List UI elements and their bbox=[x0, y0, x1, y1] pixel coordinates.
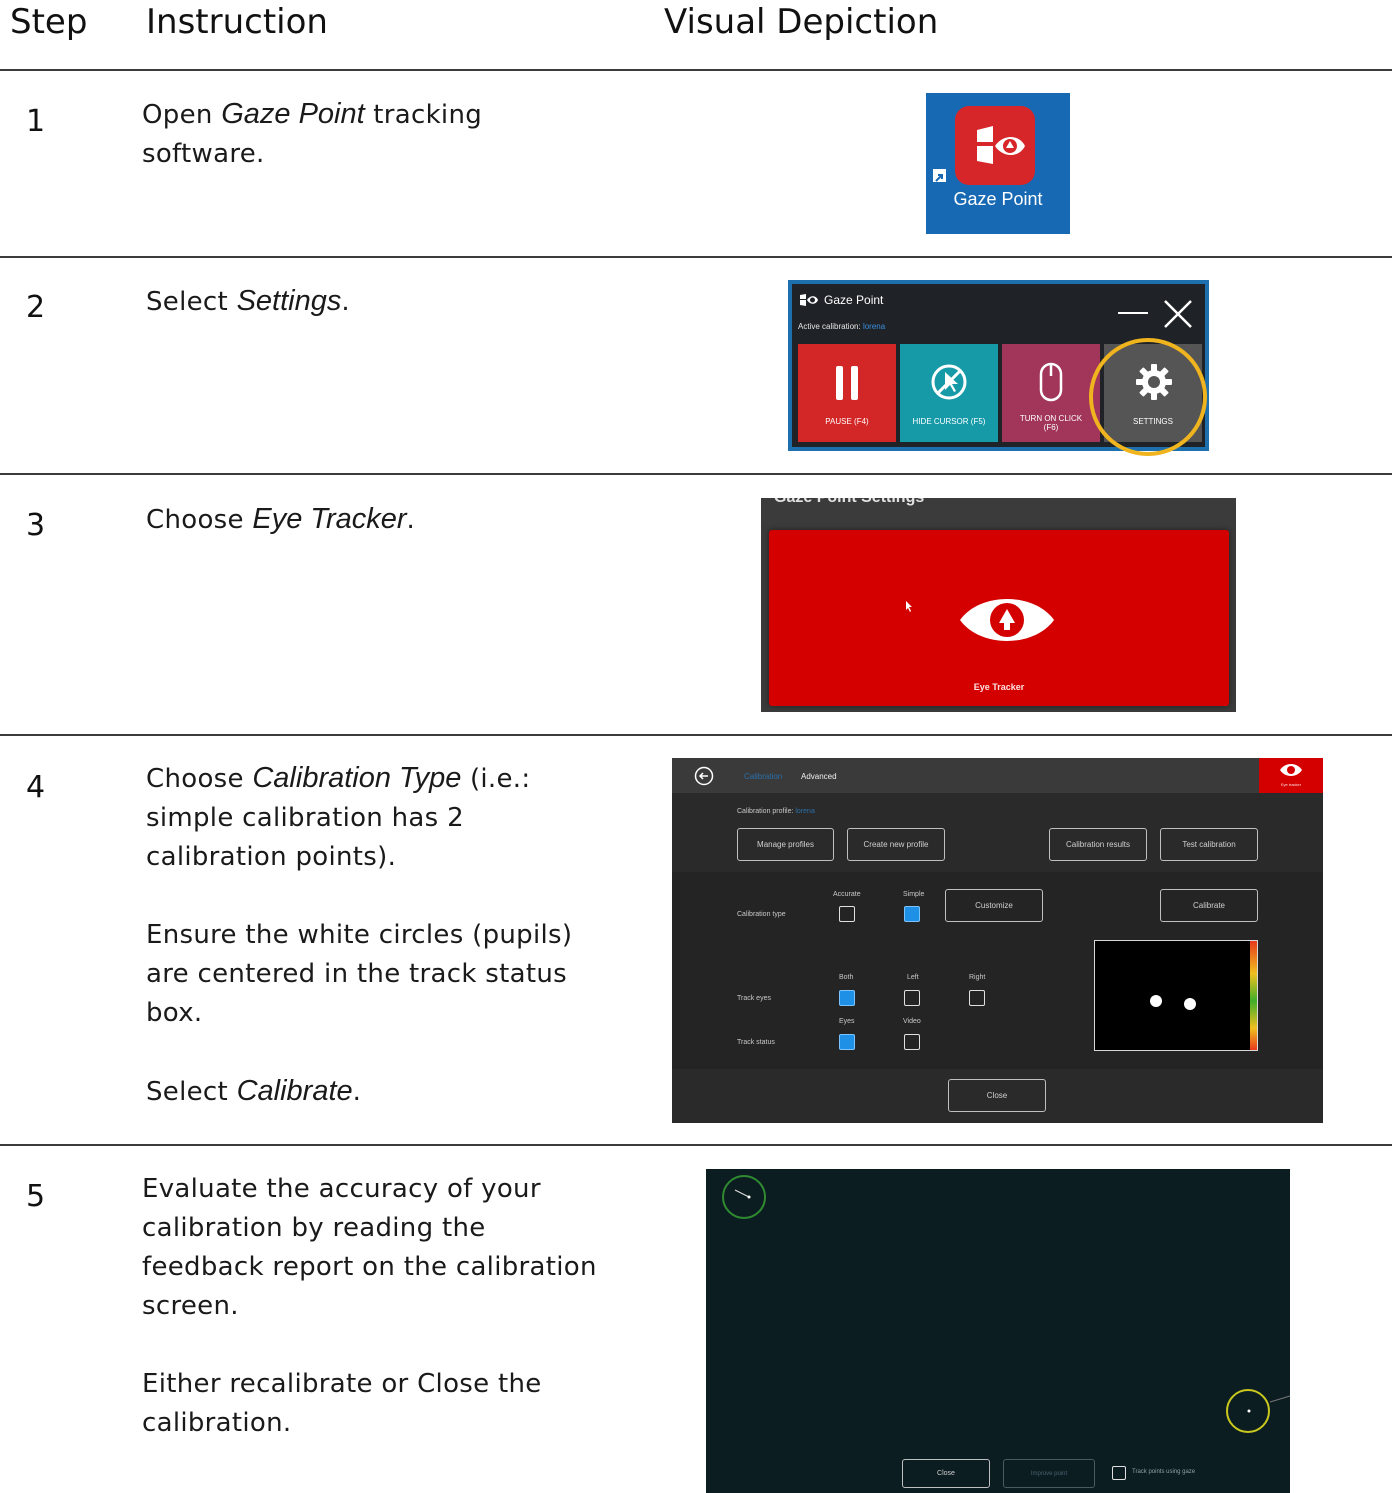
eye-tracker-corner-badge: Eye tracker bbox=[1259, 758, 1323, 793]
row-divider-3 bbox=[0, 734, 1392, 736]
calibrate-button[interactable]: Calibrate bbox=[1160, 889, 1258, 922]
mouse-pointer-icon bbox=[906, 601, 912, 612]
back-arrow-icon[interactable] bbox=[694, 766, 714, 786]
turn-on-click-label: TURN ON CLICK (F6) bbox=[1019, 414, 1083, 432]
hide-cursor-button[interactable]: HIDE CURSOR (F5) bbox=[900, 344, 998, 442]
label-simple: Simple bbox=[903, 891, 925, 898]
gaze-offset-line bbox=[734, 1189, 751, 1199]
right-eye-checkbox[interactable] bbox=[969, 990, 985, 1006]
calibration-settings-screenshot: Calibration Advanced Eye tracker Calibra… bbox=[672, 758, 1323, 1123]
pause-label: PAUSE (F4) bbox=[825, 417, 869, 426]
window-title: Gaze Point bbox=[824, 293, 884, 307]
tab-advanced[interactable]: Advanced bbox=[801, 772, 837, 781]
settings-window-title: Gaze Point Settings bbox=[774, 498, 924, 507]
corner-label: Eye tracker bbox=[1280, 782, 1302, 787]
shortcut-arrow-icon bbox=[933, 169, 946, 182]
track-status-box bbox=[1094, 940, 1258, 1051]
column-header-visual: Visual Depiction bbox=[664, 2, 939, 42]
label-accurate: Accurate bbox=[833, 891, 861, 898]
settings-window-screenshot: Gaze Point Settings Eye Tracker bbox=[761, 498, 1236, 712]
label-both: Both bbox=[839, 974, 854, 981]
gaze-point-logo-icon bbox=[800, 294, 818, 306]
manage-profiles-button[interactable]: Manage profiles bbox=[737, 828, 834, 861]
active-calibration: Active calibration: lorena bbox=[798, 322, 886, 331]
label-track-eyes: Track eyes bbox=[737, 995, 771, 1002]
step-2-instruction: Select Settings. bbox=[146, 285, 350, 317]
column-header-instruction: Instruction bbox=[146, 2, 328, 42]
close-button[interactable]: Close bbox=[902, 1459, 990, 1488]
eye-tracker-icon bbox=[960, 599, 1054, 641]
create-profile-button[interactable]: Create new profile bbox=[847, 828, 945, 861]
step-number-3: 3 bbox=[26, 508, 46, 543]
hide-cursor-icon bbox=[931, 364, 967, 400]
label-calibration-type: Calibration type bbox=[737, 911, 786, 918]
label-right: Right bbox=[969, 974, 986, 981]
step-4-instruction: Choose Calibration Type (i.e.: simple ca… bbox=[146, 762, 573, 1107]
calibration-results-button[interactable]: Calibration results bbox=[1049, 828, 1147, 861]
gaze-point-window-screenshot: Gaze Point Active calibration: lorena PA… bbox=[788, 280, 1209, 456]
column-header-step: Step bbox=[10, 2, 88, 42]
step-number-1: 1 bbox=[26, 104, 46, 139]
mouse-icon bbox=[1039, 362, 1063, 402]
label-left: Left bbox=[907, 974, 919, 981]
step-5-instruction: Evaluate the accuracy of your calibratio… bbox=[142, 1174, 597, 1438]
close-icon[interactable] bbox=[1162, 298, 1194, 330]
step-number-5: 5 bbox=[26, 1179, 46, 1214]
improve-point-button[interactable]: Improve point bbox=[1003, 1459, 1095, 1488]
tab-calibration[interactable]: Calibration bbox=[744, 772, 782, 781]
label-track-status: Track status bbox=[737, 1039, 775, 1046]
video-status-checkbox[interactable] bbox=[904, 1034, 920, 1050]
calibration-result-screenshot: Close Improve point Track points using g… bbox=[706, 1169, 1290, 1493]
step-3-instruction: Choose Eye Tracker. bbox=[146, 503, 416, 535]
step-number-4: 4 bbox=[26, 770, 46, 805]
calibration-profile: Calibration profile: lorena bbox=[737, 808, 815, 815]
gaze-point-logo-icon bbox=[977, 126, 1025, 164]
gaze-point-desktop-icon[interactable]: Gaze Point bbox=[926, 93, 1070, 234]
left-eye-checkbox[interactable] bbox=[904, 990, 920, 1006]
step-number-2: 2 bbox=[26, 290, 46, 325]
label-eyes: Eyes bbox=[839, 1018, 855, 1025]
header-divider bbox=[0, 69, 1392, 71]
distance-gauge bbox=[1250, 941, 1257, 1050]
track-points-label: Track points using gaze bbox=[1132, 1469, 1196, 1475]
step-1-instruction: Open Gaze Point tracking software. bbox=[142, 98, 483, 169]
both-eyes-checkbox[interactable] bbox=[839, 990, 855, 1006]
row-divider-4 bbox=[0, 1144, 1392, 1146]
turn-on-click-button[interactable]: TURN ON CLICK (F6) bbox=[1002, 344, 1100, 442]
accurate-checkbox[interactable] bbox=[839, 906, 855, 922]
hide-cursor-label: HIDE CURSOR (F5) bbox=[912, 417, 986, 426]
row-divider-1 bbox=[0, 256, 1392, 258]
gaze-offset-line bbox=[1247, 1395, 1290, 1413]
close-button[interactable]: Close bbox=[948, 1079, 1046, 1112]
left-pupil-dot bbox=[1150, 995, 1162, 1007]
eye-tracker-label: Eye Tracker bbox=[973, 682, 1025, 692]
minimize-icon[interactable] bbox=[1118, 312, 1148, 314]
customize-button[interactable]: Customize bbox=[945, 889, 1043, 922]
settings-highlight-ring bbox=[1089, 338, 1207, 456]
eye-tracker-icon bbox=[1280, 764, 1302, 776]
pause-icon bbox=[836, 366, 843, 400]
test-calibration-button[interactable]: Test calibration bbox=[1160, 828, 1258, 861]
icon-label: Gaze Point bbox=[953, 189, 1043, 209]
app-tile bbox=[955, 106, 1035, 185]
simple-checkbox[interactable] bbox=[904, 906, 920, 922]
right-pupil-dot bbox=[1184, 998, 1196, 1010]
label-video: Video bbox=[903, 1018, 921, 1025]
eyes-status-checkbox[interactable] bbox=[839, 1034, 855, 1050]
track-points-checkbox[interactable] bbox=[1112, 1466, 1126, 1480]
eye-tracker-tile[interactable]: Eye Tracker bbox=[769, 530, 1229, 706]
pause-button[interactable]: PAUSE (F4) bbox=[798, 344, 896, 442]
row-divider-2 bbox=[0, 473, 1392, 475]
